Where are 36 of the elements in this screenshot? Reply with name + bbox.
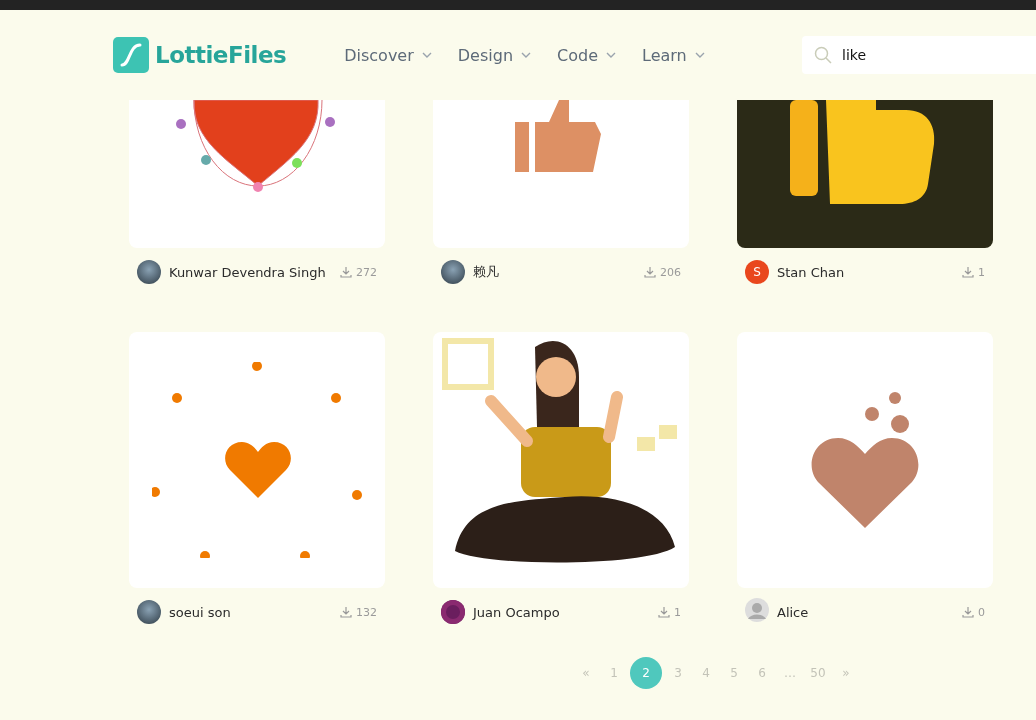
avatar [745,598,769,622]
author-name[interactable]: soeui son [169,604,231,620]
download-count: 0 [978,605,985,619]
avatar [137,600,161,624]
author-name[interactable]: Kunwar Devendra Singh [169,264,326,280]
nav-menu[interactable]: Design [457,45,532,65]
chevron-down-icon [521,52,532,58]
author-name[interactable]: Alice [777,604,809,620]
download-count: 206 [660,265,681,279]
logo-text[interactable]: LottieFiles [155,42,287,68]
download-count: 1 [978,265,985,279]
avatar [137,260,161,284]
download-count: 132 [356,605,377,619]
chevron-down-icon [421,52,432,58]
logo-icon [113,37,149,73]
chevron-down-icon [606,52,616,58]
download-icon [644,266,656,278]
nav-menu[interactable]: Code [557,45,616,65]
download-icon [340,266,352,278]
search-field[interactable]: like [802,36,1036,74]
animation-preview[interactable] [737,100,993,248]
chevron-down-icon [694,52,705,58]
download-count: 272 [356,265,377,279]
download-icon [962,606,974,618]
author-name[interactable]: Juan Ocampo [473,604,560,620]
nav-menu[interactable]: Discover [344,45,432,65]
download-count: 1 [674,605,681,619]
author-name[interactable]: 赖凡 [473,263,499,281]
avatar [441,260,465,284]
nav-menu[interactable]: Learn [642,45,705,65]
author-name[interactable]: Stan Chan [777,264,845,280]
download-icon [962,266,974,278]
avatar [441,600,465,624]
download-icon [340,606,352,618]
download-icon [658,606,670,618]
avatar: S [745,260,769,284]
